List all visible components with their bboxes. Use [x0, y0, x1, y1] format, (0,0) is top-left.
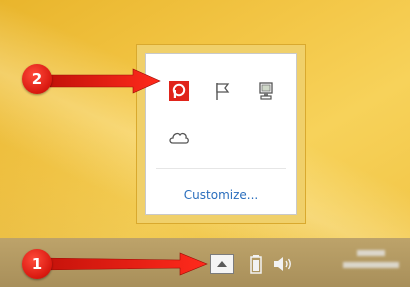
arrow-to-show-hidden-button [39, 252, 208, 276]
annotation-arrows [39, 68, 208, 276]
arrow-to-app-icon [49, 68, 161, 94]
step-badge-2: 2 [22, 64, 52, 94]
step-badge-1: 1 [22, 249, 52, 279]
